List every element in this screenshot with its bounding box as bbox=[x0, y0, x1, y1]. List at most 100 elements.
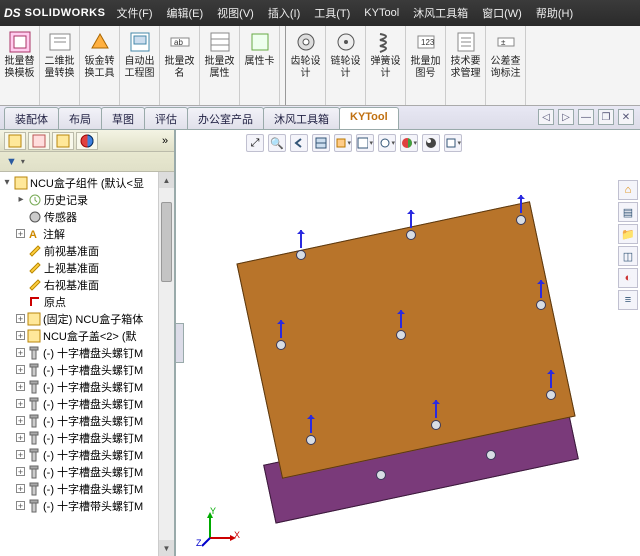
zoom-fit-button[interactable]: ⤢ bbox=[246, 134, 264, 152]
tree-scrollbar[interactable]: ▲ ▼ bbox=[158, 172, 174, 556]
cmd-batch-props[interactable]: 批量改 属性 bbox=[200, 26, 240, 105]
zoom-area-button[interactable]: 🔍 bbox=[268, 134, 286, 152]
cmd-auto-drawing[interactable]: 自动出 工程图 bbox=[120, 26, 160, 105]
menu-tools[interactable]: 工具(T) bbox=[311, 3, 353, 23]
model-hole bbox=[406, 230, 416, 240]
tab-evaluate[interactable]: 评估 bbox=[144, 107, 188, 129]
filter-dropdown-icon[interactable]: ▾ bbox=[21, 157, 25, 166]
tree-screw[interactable]: +(-) 十字槽盘头螺钉M bbox=[2, 480, 174, 497]
menu-insert[interactable]: 插入(I) bbox=[265, 3, 303, 23]
cmd-sprocket-design[interactable]: 链轮设 计 bbox=[326, 26, 366, 105]
tree-screw-last[interactable]: +(-) 十字槽带头螺钉M bbox=[2, 497, 174, 514]
tree-screw[interactable]: +(-) 十字槽盘头螺钉M bbox=[2, 395, 174, 412]
doc-close-button[interactable]: ✕ bbox=[618, 109, 634, 125]
display-style-button[interactable] bbox=[356, 134, 374, 152]
fm-tab-display[interactable] bbox=[76, 132, 98, 150]
cmd-label: 批量改 属性 bbox=[205, 56, 235, 80]
fm-tab-tree[interactable] bbox=[4, 132, 26, 150]
appearance-button[interactable] bbox=[400, 134, 418, 152]
taskpane-appearances[interactable]: ◐ bbox=[618, 268, 638, 288]
tree-screw[interactable]: +(-) 十字槽盘头螺钉M bbox=[2, 429, 174, 446]
cmd-2d-batch[interactable]: 二维批 量转换 bbox=[40, 26, 80, 105]
filter-funnel-icon[interactable]: ▼ bbox=[6, 156, 17, 168]
cmd-batch-rename[interactable]: ab 批量改 名 bbox=[160, 26, 200, 105]
tree-screw[interactable]: +(-) 十字槽盘头螺钉M bbox=[2, 446, 174, 463]
fm-tab-config[interactable] bbox=[52, 132, 74, 150]
scene-button[interactable] bbox=[422, 134, 440, 152]
library-icon: ▤ bbox=[623, 206, 633, 219]
hide-show-button[interactable] bbox=[378, 134, 396, 152]
tree-root[interactable]: ▾ NCU盒子组件 (默认<显 bbox=[2, 174, 174, 191]
tree-screw[interactable]: +(-) 十字槽盘头螺钉M bbox=[2, 463, 174, 480]
tree-sensors[interactable]: 传感器 bbox=[2, 208, 174, 225]
cmd-gear-design[interactable]: 齿轮设 计 bbox=[286, 26, 326, 105]
svg-text:123: 123 bbox=[421, 38, 435, 47]
cmd-replace-template[interactable]: 批量替 换模板 bbox=[0, 26, 40, 105]
doc-next-button[interactable]: ▷ bbox=[558, 109, 574, 125]
section-view-button[interactable] bbox=[312, 134, 330, 152]
doc-prev-button[interactable]: ◁ bbox=[538, 109, 554, 125]
tree-annotations[interactable]: +A注解 bbox=[2, 225, 174, 242]
tab-mufeng[interactable]: 沐风工具箱 bbox=[263, 107, 340, 129]
prev-view-button[interactable] bbox=[290, 134, 308, 152]
tree-screw[interactable]: +(-) 十字槽盘头螺钉M bbox=[2, 344, 174, 361]
menu-view[interactable]: 视图(V) bbox=[214, 3, 257, 23]
tree-plane-right[interactable]: 右视基准面 bbox=[2, 276, 174, 293]
tab-kytool[interactable]: KYTool bbox=[339, 107, 399, 129]
cmd-tolerance[interactable]: ± 公差查 询标注 bbox=[486, 26, 526, 105]
feature-tree[interactable]: ▾ NCU盒子组件 (默认<显 ▸历史记录 传感器 +A注解 前视基准面 上视基… bbox=[0, 172, 174, 556]
tree-screw[interactable]: +(-) 十字槽盘头螺钉M bbox=[2, 361, 174, 378]
tree-item-label: (-) 十字槽带头螺钉M bbox=[43, 498, 143, 514]
menu-mufeng[interactable]: 沐风工具箱 bbox=[410, 3, 471, 23]
fm-tab-overflow[interactable]: » bbox=[158, 132, 172, 150]
graphics-viewport[interactable]: ⤢ 🔍 ⌂ ▤ 📁 ◫ ◐ ≡ bbox=[176, 130, 640, 556]
scroll-down-icon[interactable]: ▼ bbox=[159, 540, 174, 556]
tree-plane-front[interactable]: 前视基准面 bbox=[2, 242, 174, 259]
cmd-sheetmetal[interactable]: 钣金转 换工具 bbox=[80, 26, 120, 105]
cmd-spring-design[interactable]: 弹簧设 计 bbox=[366, 26, 406, 105]
sheetmetal-icon bbox=[88, 30, 112, 54]
tree-origin[interactable]: 原点 bbox=[2, 293, 174, 310]
doc-restore-button[interactable]: ❐ bbox=[598, 109, 614, 125]
view-settings-button[interactable] bbox=[444, 134, 462, 152]
view-settings-icon bbox=[445, 137, 456, 149]
tab-sketch[interactable]: 草图 bbox=[101, 107, 145, 129]
normal-arrow-icon bbox=[540, 280, 542, 298]
cmd-batch-number[interactable]: 123 批量加 图号 bbox=[406, 26, 446, 105]
tree-screw[interactable]: +(-) 十字槽盘头螺钉M bbox=[2, 412, 174, 429]
menu-help[interactable]: 帮助(H) bbox=[533, 3, 576, 23]
tree-history[interactable]: ▸历史记录 bbox=[2, 191, 174, 208]
model-hole bbox=[516, 215, 526, 225]
menu-edit[interactable]: 编辑(E) bbox=[164, 3, 207, 23]
tree-fixed-box[interactable]: +(固定) NCU盒子箱体 bbox=[2, 310, 174, 327]
tab-assembly[interactable]: 装配体 bbox=[4, 107, 59, 129]
tree-item-label: (-) 十字槽盘头螺钉M bbox=[43, 413, 143, 429]
tree-lid[interactable]: +NCU盒子盖<2> (默 bbox=[2, 327, 174, 344]
model-hole bbox=[431, 420, 441, 430]
taskpane-library[interactable]: ▤ bbox=[618, 202, 638, 222]
fm-tab-property[interactable] bbox=[28, 132, 50, 150]
model-hole bbox=[306, 435, 316, 445]
tree-screw[interactable]: +(-) 十字槽盘头螺钉M bbox=[2, 378, 174, 395]
tree-plane-top[interactable]: 上视基准面 bbox=[2, 259, 174, 276]
taskpane-view-palette[interactable]: ◫ bbox=[618, 246, 638, 266]
taskpane-home[interactable]: ⌂ bbox=[618, 180, 638, 200]
menu-kytool[interactable]: KYTool bbox=[361, 5, 402, 21]
tree-item-label: 右视基准面 bbox=[44, 277, 99, 293]
cmd-tech-req[interactable]: 技术要 求管理 bbox=[446, 26, 486, 105]
filter-bar: ▼ ▾ bbox=[0, 152, 174, 172]
panel-flyout-grip[interactable] bbox=[176, 323, 184, 363]
scroll-up-icon[interactable]: ▲ bbox=[159, 172, 174, 188]
orientation-triad[interactable]: Y X Z bbox=[200, 508, 240, 548]
cmd-prop-card[interactable]: 属性卡 bbox=[240, 26, 280, 105]
doc-minimize-button[interactable]: — bbox=[578, 109, 594, 125]
menu-window[interactable]: 窗口(W) bbox=[479, 3, 525, 23]
view-orientation-button[interactable] bbox=[334, 134, 352, 152]
tab-layout[interactable]: 布局 bbox=[58, 107, 102, 129]
menu-file[interactable]: 文件(F) bbox=[113, 3, 155, 23]
tab-office[interactable]: 办公室产品 bbox=[187, 107, 264, 129]
taskpane-explorer[interactable]: 📁 bbox=[618, 224, 638, 244]
taskpane-properties[interactable]: ≡ bbox=[618, 290, 638, 310]
tree-item-label: 原点 bbox=[44, 294, 66, 310]
scroll-thumb[interactable] bbox=[161, 202, 172, 282]
